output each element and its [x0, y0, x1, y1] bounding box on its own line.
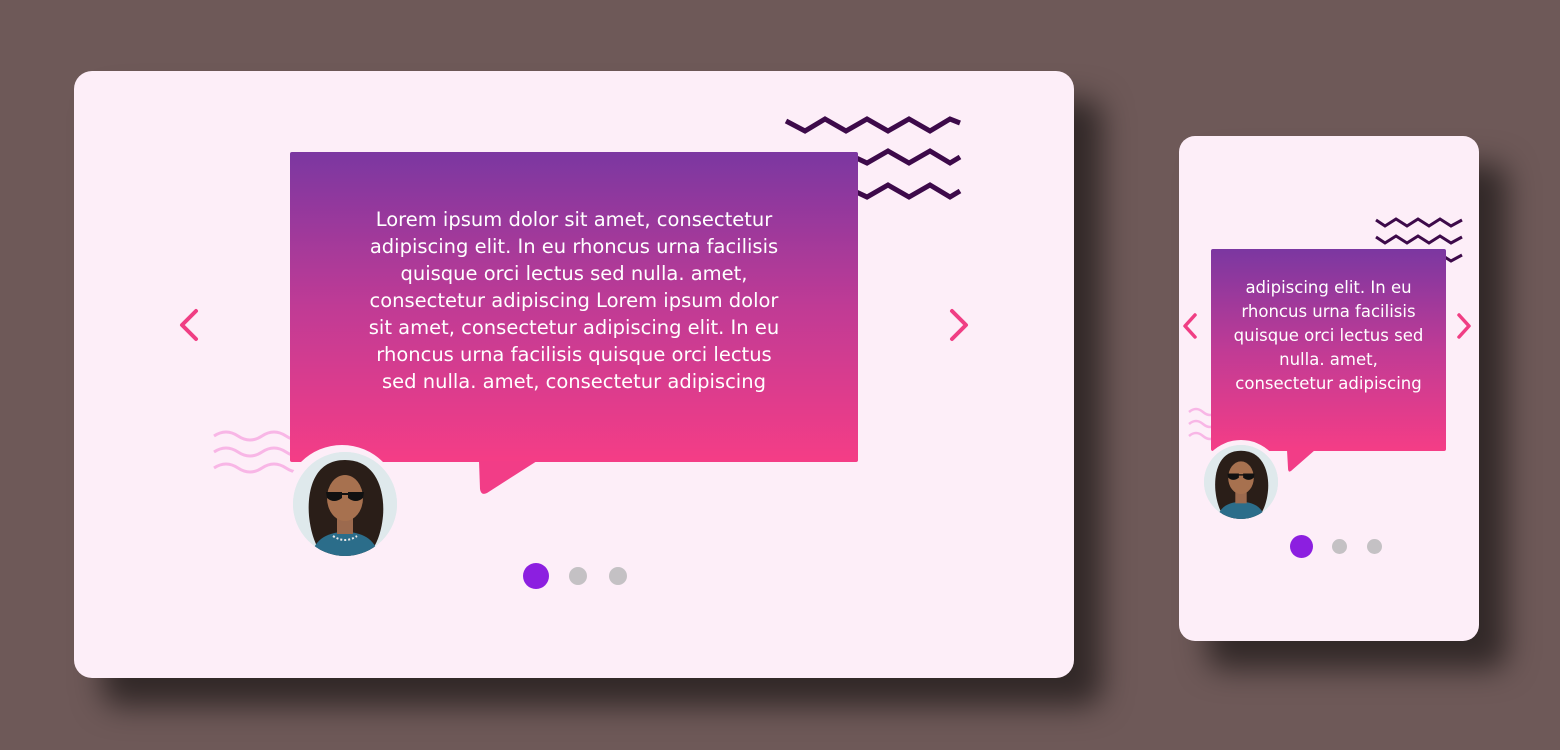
pagination-dot-3[interactable] — [1367, 539, 1382, 554]
person-avatar-icon — [1204, 445, 1278, 519]
testimonial-text: Lorem ipsum dolor sit amet, consectetur … — [368, 208, 780, 393]
testimonial-bubble: adipiscing elit. In eu rhoncus urna faci… — [1211, 249, 1446, 451]
pagination-dot-1[interactable] — [523, 563, 549, 589]
testimonial-bubble: Lorem ipsum dolor sit amet, consectetur … — [290, 152, 858, 462]
pagination-dot-1[interactable] — [1290, 535, 1313, 558]
mobile-testimonial-card: adipiscing elit. In eu rhoncus urna faci… — [1179, 136, 1479, 641]
avatar — [293, 452, 397, 556]
person-avatar-icon — [293, 452, 397, 556]
prev-arrow-icon[interactable] — [1180, 312, 1200, 340]
pagination-dot-2[interactable] — [569, 567, 587, 585]
next-arrow-icon[interactable] — [1454, 312, 1474, 340]
bubble-tail — [1287, 450, 1315, 472]
next-arrow-icon[interactable] — [944, 307, 974, 343]
prev-arrow-icon[interactable] — [174, 307, 204, 343]
pagination-dot-2[interactable] — [1332, 539, 1347, 554]
testimonial-text: adipiscing elit. In eu rhoncus urna faci… — [1233, 278, 1424, 393]
desktop-testimonial-card: Lorem ipsum dolor sit amet, consectetur … — [74, 71, 1074, 678]
avatar — [1204, 445, 1278, 519]
pagination-dot-3[interactable] — [609, 567, 627, 585]
bubble-tail — [479, 461, 537, 494]
